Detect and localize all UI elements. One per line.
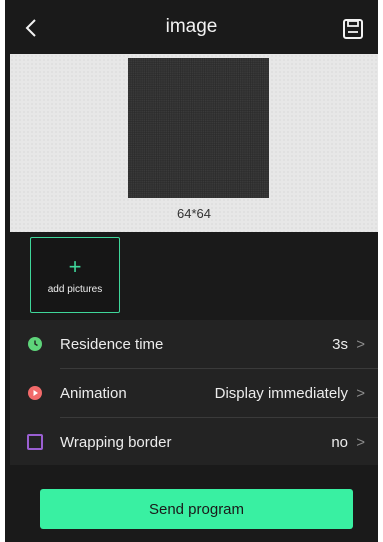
app-frame: image 64*64 + add pictures Residence tim… bbox=[5, 0, 378, 542]
save-icon bbox=[343, 19, 363, 39]
led-matrix-preview bbox=[128, 58, 269, 198]
page-title: image bbox=[165, 16, 218, 37]
chevron-right-icon: > bbox=[356, 433, 365, 451]
wrapping-border-value: no bbox=[331, 433, 348, 451]
save-button[interactable] bbox=[342, 18, 364, 40]
animation-value: Display immediately bbox=[214, 384, 348, 402]
send-program-button[interactable]: Send program bbox=[40, 489, 353, 529]
add-pictures-label: add pictures bbox=[47, 283, 103, 295]
play-icon bbox=[28, 386, 42, 400]
animation-label: Animation bbox=[60, 384, 127, 402]
chevron-right-icon: > bbox=[356, 384, 365, 402]
header-bar: image bbox=[5, 0, 378, 54]
plus-icon: + bbox=[68, 253, 82, 279]
wrapping-border-row[interactable]: Wrapping border no > bbox=[10, 418, 378, 466]
border-icon bbox=[27, 434, 43, 450]
residence-time-row[interactable]: Residence time 3s > bbox=[10, 320, 378, 368]
settings-list: Residence time 3s > Animation Display im… bbox=[10, 320, 378, 465]
chevron-right-icon: > bbox=[356, 335, 365, 353]
chevron-left-icon bbox=[25, 19, 36, 37]
wrapping-border-label: Wrapping border bbox=[60, 433, 172, 451]
clock-icon bbox=[28, 337, 42, 351]
residence-time-value: 3s bbox=[332, 335, 348, 353]
residence-time-label: Residence time bbox=[60, 335, 164, 353]
animation-row[interactable]: Animation Display immediately > bbox=[10, 369, 378, 417]
back-button[interactable] bbox=[21, 16, 41, 40]
add-pictures-button[interactable]: + add pictures bbox=[30, 237, 120, 313]
led-preview-area: 64*64 bbox=[10, 54, 378, 232]
dimension-label: 64*64 bbox=[177, 206, 211, 221]
